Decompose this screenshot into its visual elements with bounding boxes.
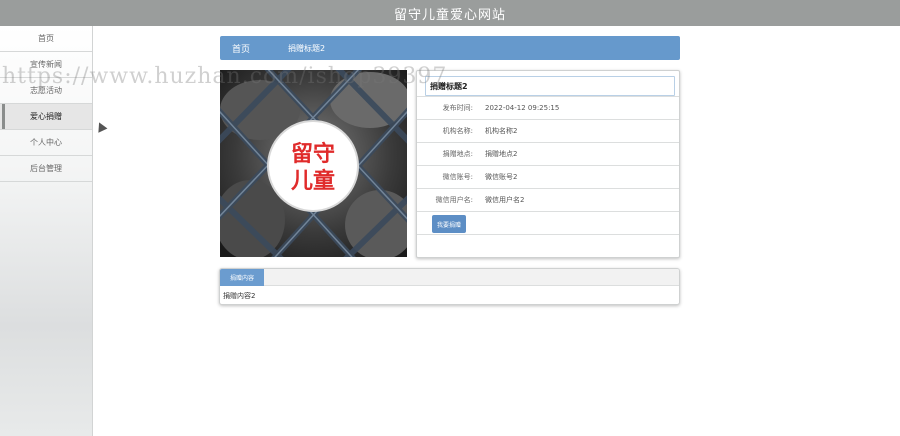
sidebar-item-admin[interactable]: 后台管理 <box>0 156 92 182</box>
content-tab-bar: 捐赠内容 <box>220 269 679 286</box>
sidebar-item-label: 首页 <box>38 34 54 43</box>
sidebar-item-profile[interactable]: 个人中心 <box>0 130 92 156</box>
donation-content-panel: 捐赠内容 捐赠内容2 <box>219 268 680 305</box>
row-label: 发布时间: <box>442 104 473 112</box>
sidebar-item-donation[interactable]: 爱心捐赠 <box>0 104 92 130</box>
donate-button[interactable]: 我要捐赠 <box>432 215 466 233</box>
sidebar-item-label: 志愿活动 <box>30 86 62 95</box>
breadcrumb: 首页 捐赠标题2 <box>220 36 680 60</box>
site-title: 留守儿童爱心网站 <box>393 7 506 23</box>
row-label: 微信用户名: <box>435 196 473 204</box>
sidebar-item-news[interactable]: 宣传新闻 <box>0 52 92 78</box>
poster-graphic: 留守 儿童 <box>220 70 407 257</box>
row-value: 微信用户名2 <box>485 196 525 204</box>
detail-row-organization: 机构名称: 机构名称2 <box>417 119 679 142</box>
sidebar-item-home[interactable]: 首页 <box>0 26 92 52</box>
detail-row-wechat-account: 微信账号: 微信账号2 <box>417 165 679 188</box>
poster-text-line2: 儿童 <box>290 168 335 194</box>
row-label: 机构名称: <box>442 127 473 135</box>
sidebar-item-label: 爱心捐赠 <box>30 112 62 121</box>
row-value: 机构名称2 <box>485 127 518 135</box>
sidebar: 首页 宣传新闻 志愿活动 爱心捐赠 个人中心 后台管理 <box>0 26 93 436</box>
donation-poster-image: 留守 儿童 <box>220 70 407 257</box>
sidebar-item-label: 后台管理 <box>30 164 62 173</box>
row-value: 捐赠地点2 <box>485 150 518 158</box>
tab-donation-content[interactable]: 捐赠内容 <box>220 269 264 286</box>
breadcrumb-home-link[interactable]: 首页 <box>232 42 250 55</box>
row-value: 2022-04-12 09:25:15 <box>485 104 560 112</box>
row-label: 微信账号: <box>442 173 473 181</box>
breadcrumb-current: 捐赠标题2 <box>288 43 326 53</box>
donation-title: 捐赠标题2 <box>425 76 675 96</box>
detail-row-wechat-username: 微信用户名: 微信用户名2 <box>417 188 679 211</box>
row-label: 捐赠地点: <box>442 150 473 158</box>
poster-text-line1: 留守 <box>291 141 335 167</box>
sidebar-item-volunteer[interactable]: 志愿活动 <box>0 78 92 104</box>
mouse-cursor-icon <box>94 120 108 133</box>
row-value: 微信账号2 <box>485 173 518 181</box>
detail-row-publish-time: 发布时间: 2022-04-12 09:25:15 <box>417 96 679 119</box>
detail-row-location: 捐赠地点: 捐赠地点2 <box>417 142 679 165</box>
sidebar-item-label: 宣传新闻 <box>30 60 62 69</box>
top-header: 留守儿童爱心网站 <box>0 0 900 26</box>
sidebar-item-label: 个人中心 <box>30 138 62 147</box>
content-body-text: 捐赠内容2 <box>223 292 256 300</box>
donation-detail-card: 捐赠标题2 发布时间: 2022-04-12 09:25:15 机构名称: 机构… <box>416 70 680 258</box>
action-row: 我要捐赠 <box>417 211 679 235</box>
